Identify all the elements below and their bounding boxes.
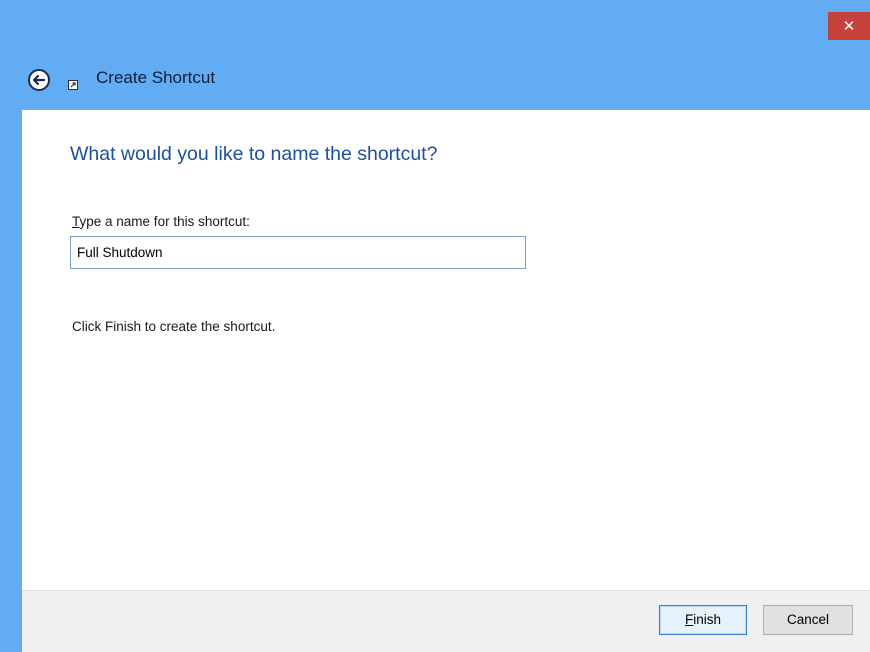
back-button[interactable] xyxy=(27,68,51,92)
title-bar: ✕ xyxy=(0,0,870,40)
page-heading: What would you like to name the shortcut… xyxy=(70,143,438,165)
name-field-label-text: ype a name for this shortcut: xyxy=(79,214,250,229)
finish-hint: Click Finish to create the shortcut. xyxy=(72,319,276,334)
wizard-title: Create Shortcut xyxy=(96,68,216,87)
close-icon: ✕ xyxy=(842,17,856,35)
shortcut-name-input[interactable] xyxy=(70,236,526,269)
shortcut-icon xyxy=(68,77,78,90)
content-panel: What would you like to name the shortcut… xyxy=(22,110,870,590)
button-bar: Finish Cancel xyxy=(22,590,870,652)
finish-label: inish xyxy=(693,612,721,627)
finish-accel: F xyxy=(684,612,694,627)
back-arrow-icon xyxy=(28,69,50,91)
create-shortcut-window: ✕ Create Shortcut What would you like to… xyxy=(0,0,870,652)
close-button[interactable]: ✕ xyxy=(828,12,870,40)
name-field-label: Type a name for this shortcut: xyxy=(72,214,250,229)
wizard-header: Create Shortcut xyxy=(0,40,870,110)
cancel-button[interactable]: Cancel xyxy=(763,605,853,635)
finish-button[interactable]: Finish xyxy=(659,605,747,635)
name-field-label-accel: T xyxy=(72,214,80,229)
